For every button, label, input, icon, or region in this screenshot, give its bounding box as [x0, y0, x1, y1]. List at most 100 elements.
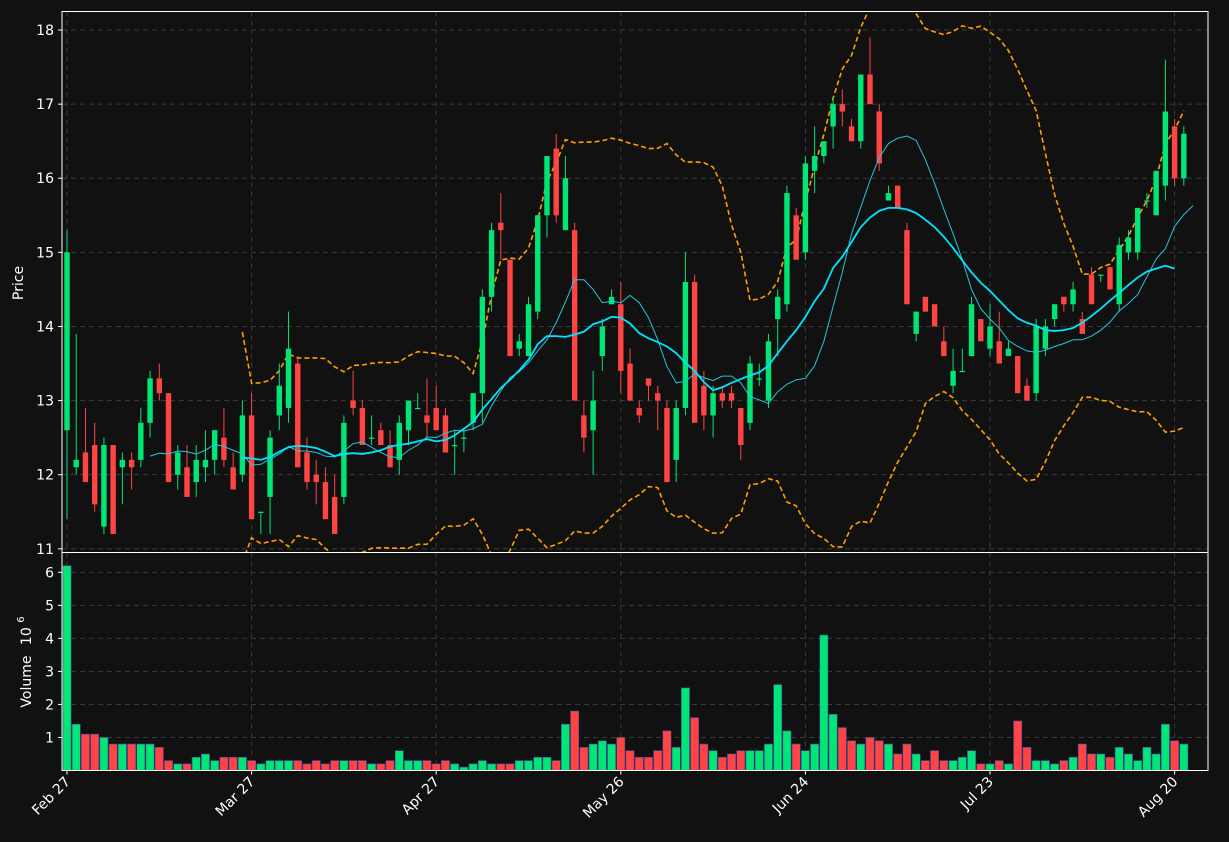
volume-bar [930, 750, 940, 771]
volume-bar [874, 740, 884, 771]
volume-bar [994, 760, 1004, 771]
candle-body [581, 415, 587, 438]
volume-bar [477, 760, 487, 771]
volume-bar [1105, 756, 1115, 771]
candle-body [267, 437, 273, 497]
candle-body [368, 437, 375, 439]
volume-bar [948, 760, 958, 771]
candle-body [101, 445, 107, 527]
candle-body [599, 326, 606, 357]
candle-body [553, 148, 559, 216]
candle-body [525, 304, 532, 357]
volume-bar [625, 750, 635, 771]
volume-bar [1059, 760, 1069, 771]
volume-bar [1114, 747, 1124, 771]
volume-bar [1133, 760, 1143, 771]
volume-bar [311, 760, 321, 771]
volume-bar [302, 763, 312, 771]
candle-body [221, 437, 227, 460]
volume-bar [247, 760, 256, 771]
candle-body [608, 296, 615, 305]
candle-body [848, 126, 855, 142]
volume-bar [736, 750, 746, 771]
volume-tick-label: 3 [45, 664, 54, 680]
candle-body [811, 156, 818, 171]
volume-bar [154, 747, 164, 771]
candle-body [701, 385, 707, 416]
candle-body [682, 282, 689, 408]
volume-bar [847, 740, 856, 771]
volume-tick-label: 1 [45, 730, 54, 746]
candle-body [571, 230, 578, 401]
candle-body [433, 407, 439, 431]
figure-background [0, 0, 1229, 842]
candle-body [415, 407, 421, 410]
volume-bar [967, 750, 976, 771]
candle-body [193, 459, 199, 483]
candle-body [941, 341, 947, 357]
volume-bar [1160, 723, 1170, 771]
volume-bar [1013, 720, 1023, 771]
volume-bar [127, 743, 137, 771]
candle-body [276, 385, 282, 416]
volume-axis-title: Volume 10 6 [16, 616, 35, 707]
candle-body [645, 378, 652, 386]
candle-body [673, 407, 679, 460]
volume-bar [1096, 753, 1106, 771]
candle-body [507, 259, 513, 357]
candle-body [498, 222, 504, 231]
candle-body [931, 304, 938, 327]
volume-bar [1151, 753, 1161, 771]
candle-body [959, 370, 966, 373]
candle-body [1014, 356, 1021, 394]
candle-body [91, 445, 98, 505]
volume-bar [588, 743, 598, 771]
candle-body [350, 400, 356, 408]
candle-body [784, 193, 790, 305]
volume-bar [210, 760, 220, 771]
candle-body [1024, 385, 1030, 401]
candle-body [184, 467, 190, 497]
volume-bar [634, 756, 644, 771]
candle-body [73, 459, 79, 468]
candle-body [138, 422, 144, 460]
candle-body [793, 215, 799, 260]
candle-body [1070, 289, 1076, 305]
volume-bar [201, 753, 210, 771]
candle-body [119, 459, 126, 468]
volume-bar [690, 717, 700, 771]
volume-bar [764, 743, 773, 771]
candle-body [258, 511, 264, 513]
volume-bar [985, 763, 995, 771]
volume-bar [773, 684, 783, 771]
volume-bar [450, 763, 460, 771]
svg-text:Volume 10 6: Volume 10 6 [16, 616, 35, 707]
volume-bar [376, 763, 386, 771]
candle-body [461, 437, 467, 439]
candle-body [1171, 126, 1178, 179]
candle-body [821, 141, 827, 157]
volume-bar [256, 763, 266, 771]
candle-body [775, 296, 781, 320]
candle-body [424, 415, 430, 423]
candle-body [396, 422, 402, 460]
candle-body [978, 319, 984, 342]
volume-bar [920, 760, 930, 771]
volume-bar [62, 565, 72, 771]
candle-body [544, 156, 550, 216]
volume-bar [1031, 760, 1041, 771]
price-tick-label: 11 [36, 542, 54, 558]
volume-bar [800, 750, 810, 771]
candle-body [516, 341, 522, 349]
volume-bar [1142, 747, 1152, 771]
volume-bar [745, 750, 755, 771]
volume-tick-label: 5 [45, 598, 54, 614]
candle-body [968, 304, 975, 357]
volume-bar [117, 743, 127, 771]
volume-bar [237, 756, 247, 771]
candle-body [1061, 296, 1067, 305]
candle-body [1033, 326, 1039, 394]
candle-body [728, 393, 735, 401]
candle-body [304, 452, 310, 483]
volume-bar [136, 743, 146, 771]
